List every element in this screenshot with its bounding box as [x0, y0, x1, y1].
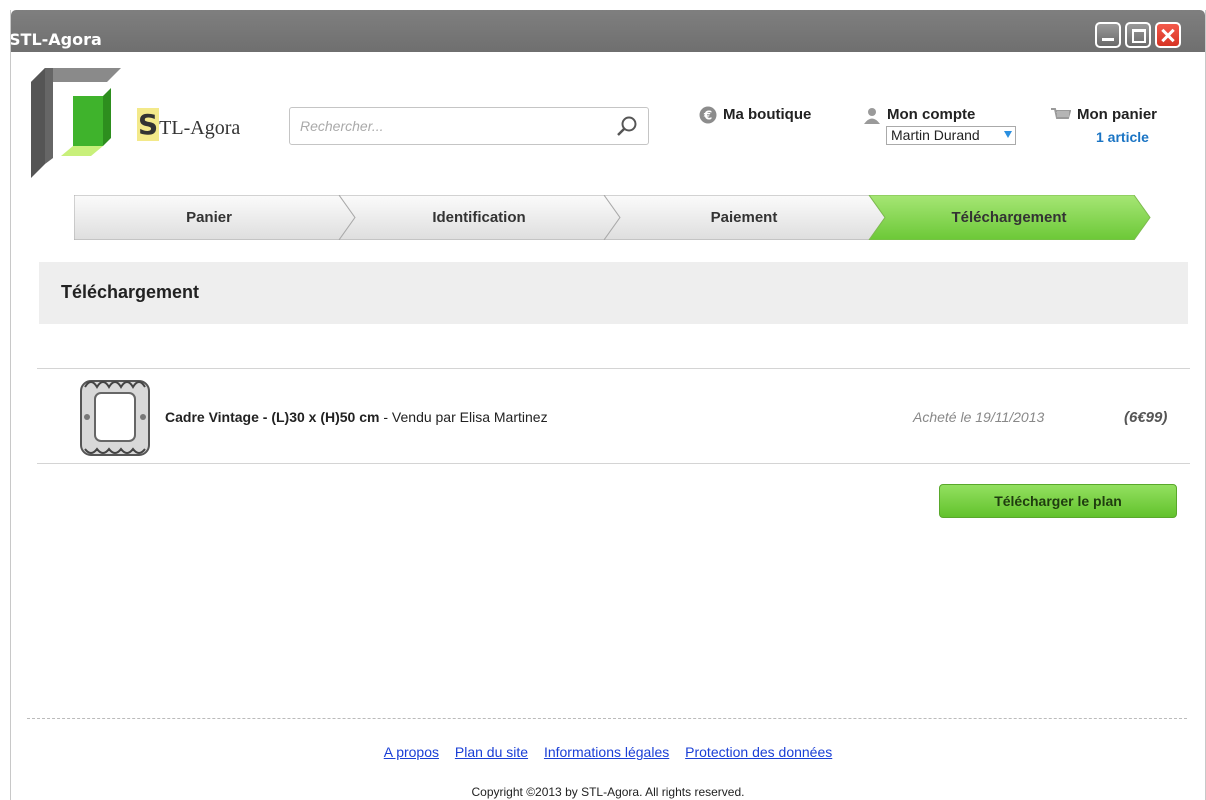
my-shop-label: Ma boutique — [723, 106, 812, 123]
user-icon — [864, 108, 880, 125]
download-plan-button[interactable]: Télécharger le plan — [939, 484, 1177, 518]
footer-link-about[interactable]: A propos — [384, 744, 439, 760]
footer-links: A propos Plan du site Informations légal… — [11, 744, 1205, 760]
step-telechargement[interactable]: Téléchargement — [874, 195, 1144, 240]
footer-link-sitemap[interactable]: Plan du site — [455, 744, 528, 760]
footer-link-privacy[interactable]: Protection des données — [685, 744, 832, 760]
step-identification[interactable]: Identification — [344, 195, 614, 240]
close-button[interactable] — [1155, 22, 1181, 48]
account-user-name: Martin Durand — [891, 127, 980, 143]
page-title: Téléchargement — [61, 282, 200, 302]
item-description: Cadre Vintage - (L)30 x (H)50 cm - Vendu… — [165, 409, 548, 425]
footer-divider — [27, 718, 1187, 719]
logo-initial: S — [137, 108, 160, 141]
step-panier[interactable]: Panier — [74, 195, 344, 240]
minimize-button[interactable] — [1095, 22, 1121, 48]
item-seller: - Vendu par Elisa Martinez — [379, 409, 548, 425]
svg-text:€: € — [703, 109, 712, 123]
footer-link-legal[interactable]: Informations légales — [544, 744, 669, 760]
account-user-select[interactable]: Martin Durand — [886, 126, 1016, 145]
cart-icon — [1051, 108, 1071, 120]
my-cart-label: Mon panier — [1077, 106, 1158, 123]
dropdown-arrow-icon — [1004, 131, 1012, 138]
my-cart-link[interactable]: Mon panier — [1051, 106, 1157, 123]
my-shop-link[interactable]: € Ma boutique — [699, 106, 811, 124]
euro-icon: € — [699, 106, 717, 124]
app-window: STL-Agora STL-Agora € Ma boutique Mon co — [10, 10, 1206, 800]
item-price: (6€99) — [1124, 409, 1168, 426]
logo-name: TL-Agora — [159, 117, 241, 139]
logo-text[interactable]: STL-Agora — [137, 108, 240, 141]
window-title: STL-Agora — [10, 30, 102, 49]
item-name[interactable]: Cadre Vintage - (L)30 x (H)50 cm — [165, 409, 379, 425]
search-input[interactable] — [298, 117, 602, 135]
checkout-steps: Panier Identification Paiement Télécharg… — [74, 195, 1154, 240]
copyright-text: Copyright ©2013 by STL-Agora. All rights… — [471, 785, 745, 799]
title-bar[interactable]: STL-Agora — [11, 10, 1205, 52]
my-account-label: Mon compte — [887, 106, 976, 123]
vintage-frame-image — [80, 380, 150, 456]
logo-icon[interactable] — [31, 68, 131, 178]
purchase-row: Cadre Vintage - (L)30 x (H)50 cm - Vendu… — [37, 368, 1190, 464]
purchase-date: Acheté le 19/11/2013 — [913, 409, 1045, 425]
section-header: Téléchargement — [39, 262, 1188, 324]
maximize-button[interactable] — [1125, 22, 1151, 48]
search-box[interactable] — [289, 107, 649, 145]
search-icon[interactable] — [616, 115, 638, 137]
cart-count[interactable]: 1 article — [1096, 129, 1149, 145]
step-paiement[interactable]: Paiement — [609, 195, 879, 240]
my-account-link[interactable]: Mon compte — [863, 106, 976, 125]
